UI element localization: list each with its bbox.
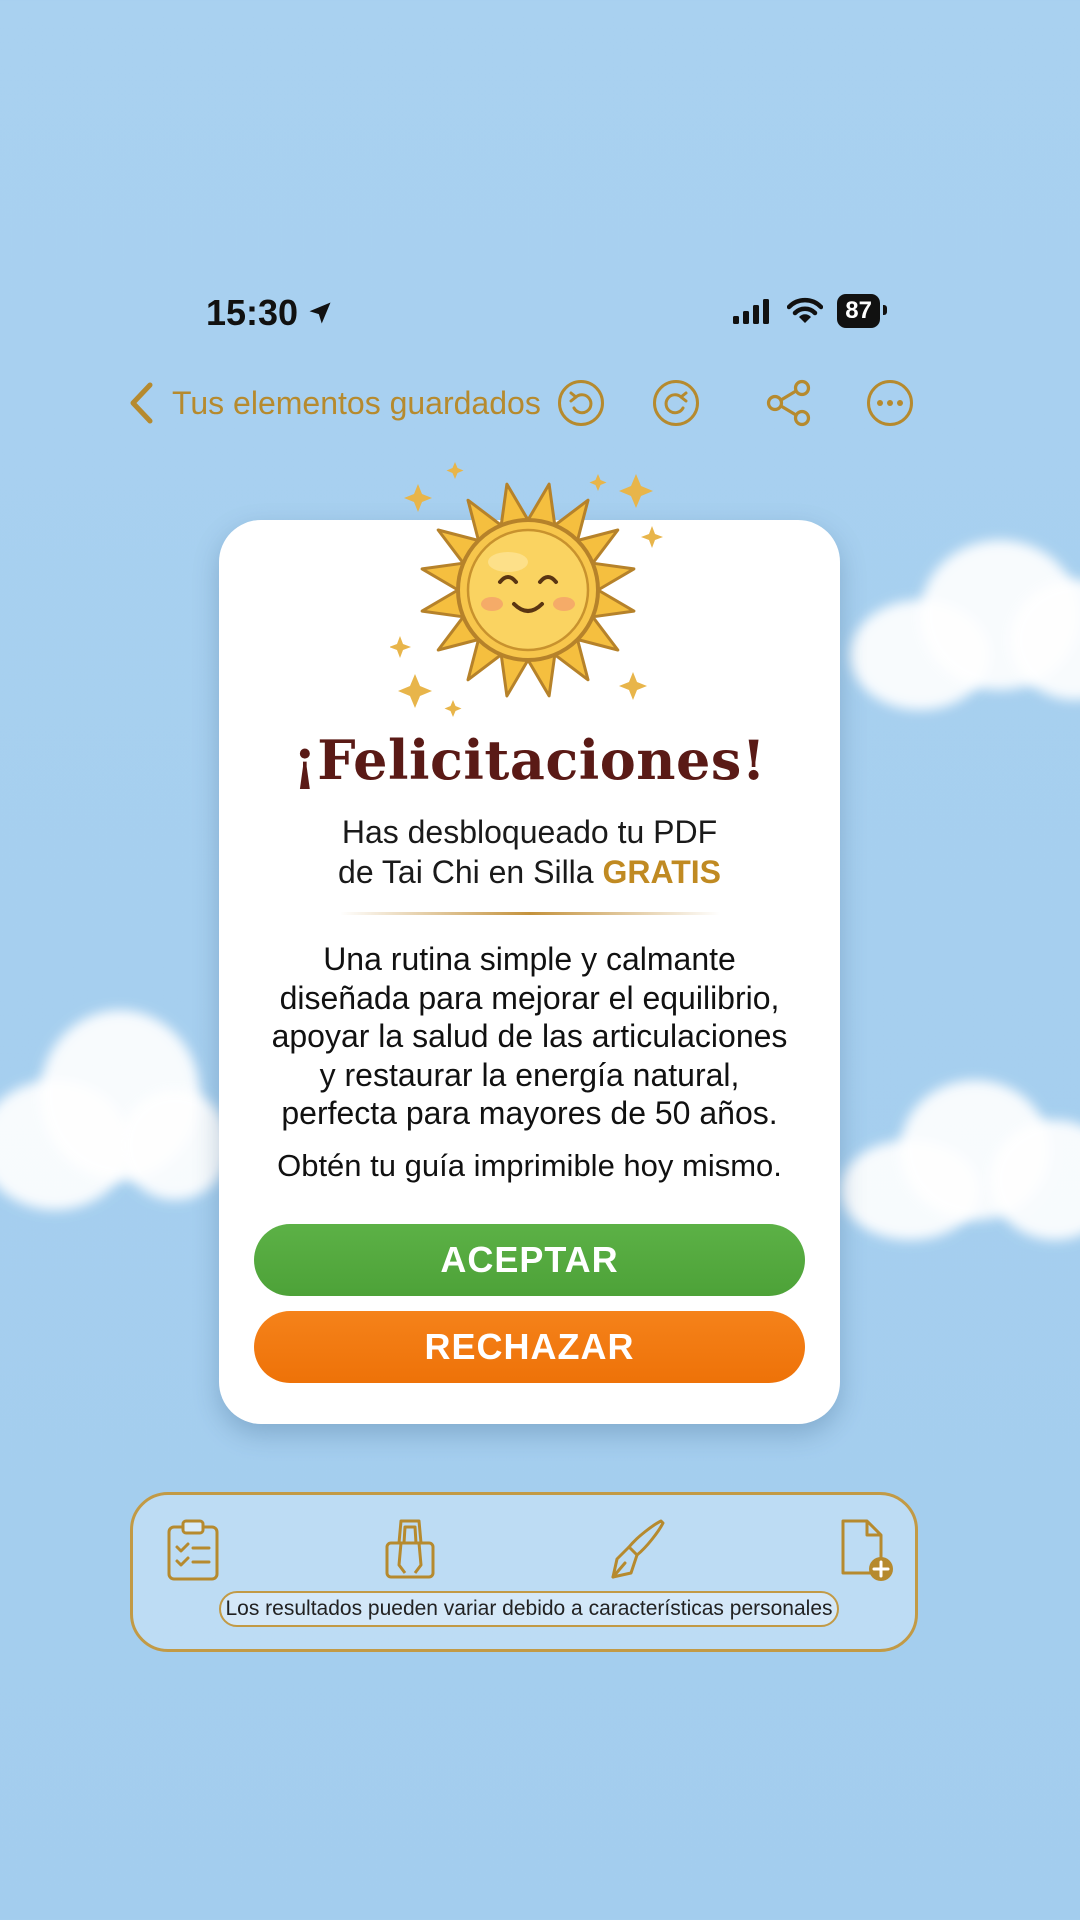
- description-line: Una rutina simple y calmante: [323, 941, 736, 977]
- sparkle-icon: [404, 484, 432, 512]
- reject-button[interactable]: RECHAZAR: [254, 1311, 805, 1383]
- sparkle-icon: [446, 462, 464, 479]
- gratis-highlight: GRATIS: [602, 854, 721, 890]
- share-button[interactable]: [764, 378, 814, 428]
- pen-nib-icon[interactable]: [603, 1515, 669, 1583]
- clipboard-checklist-icon[interactable]: [161, 1515, 227, 1583]
- sparkle-icon: [444, 700, 462, 717]
- more-button[interactable]: [867, 380, 913, 426]
- redo-button[interactable]: [653, 380, 699, 426]
- sparkle-icon: [390, 636, 411, 658]
- accept-button[interactable]: ACEPTAR: [254, 1224, 805, 1296]
- sparkle-icon: [619, 474, 653, 508]
- undo-icon: [569, 391, 593, 415]
- top-nav: Tus elementos guardados: [128, 378, 918, 438]
- description-line: diseñada para mejorar el equilibrio,: [279, 979, 780, 1016]
- sparkle-icon: [589, 474, 607, 491]
- cta-line: Obtén tu guía imprimible hoy mismo.: [277, 1148, 782, 1183]
- location-arrow-icon: [309, 302, 331, 324]
- cloud-decoration: [840, 520, 1080, 720]
- more-icon: [877, 400, 903, 406]
- binder-clip-icon[interactable]: [377, 1515, 443, 1583]
- back-button[interactable]: Tus elementos guardados: [128, 382, 541, 424]
- redo-icon: [664, 391, 688, 415]
- chevron-left-icon: [130, 382, 153, 424]
- card-title: ¡Felicitaciones!: [293, 728, 766, 792]
- back-label: Tus elementos guardados: [172, 384, 541, 421]
- share-icon: [766, 379, 811, 427]
- status-time: 15:30: [206, 292, 334, 334]
- subtitle-line-2: de Tai Chi en Silla GRATIS: [219, 852, 840, 892]
- subtitle-line-2-text: de Tai Chi en Silla: [338, 854, 594, 890]
- description-line: perfecta para mayores de 50 años.: [281, 1095, 778, 1131]
- signal-icon: [733, 299, 770, 324]
- description-line: y restaurar la energía natural,: [319, 1056, 740, 1093]
- undo-button[interactable]: [558, 380, 604, 426]
- sparkle-icon: [641, 526, 663, 548]
- sparkle-icon: [398, 674, 432, 708]
- disclaimer-pill: Los resultados pueden variar debido a ca…: [219, 1591, 839, 1627]
- subtitle-line-1: Has desbloqueado tu PDF: [341, 814, 718, 850]
- bottom-toolbar: Los resultados pueden variar debido a ca…: [130, 1492, 918, 1652]
- cloud-decoration: [0, 1000, 230, 1230]
- cloud-decoration: [840, 1080, 1080, 1250]
- description-line: apoyar la salud de las articulaciones: [271, 1018, 788, 1054]
- card-subtitle: Has desbloqueado tu PDF de Tai Chi en Si…: [219, 812, 840, 892]
- status-time-text: 15:30: [206, 292, 299, 333]
- divider: [340, 912, 720, 915]
- card-description: Una rutina simple y calmante diseñada pa…: [219, 940, 840, 1133]
- battery-icon: 87: [837, 294, 887, 328]
- file-add-icon[interactable]: [833, 1515, 899, 1583]
- status-icons: 87: [733, 294, 887, 328]
- sun-icon: [390, 462, 663, 717]
- wifi-icon: [787, 297, 824, 323]
- sparkle-icon: [619, 672, 647, 700]
